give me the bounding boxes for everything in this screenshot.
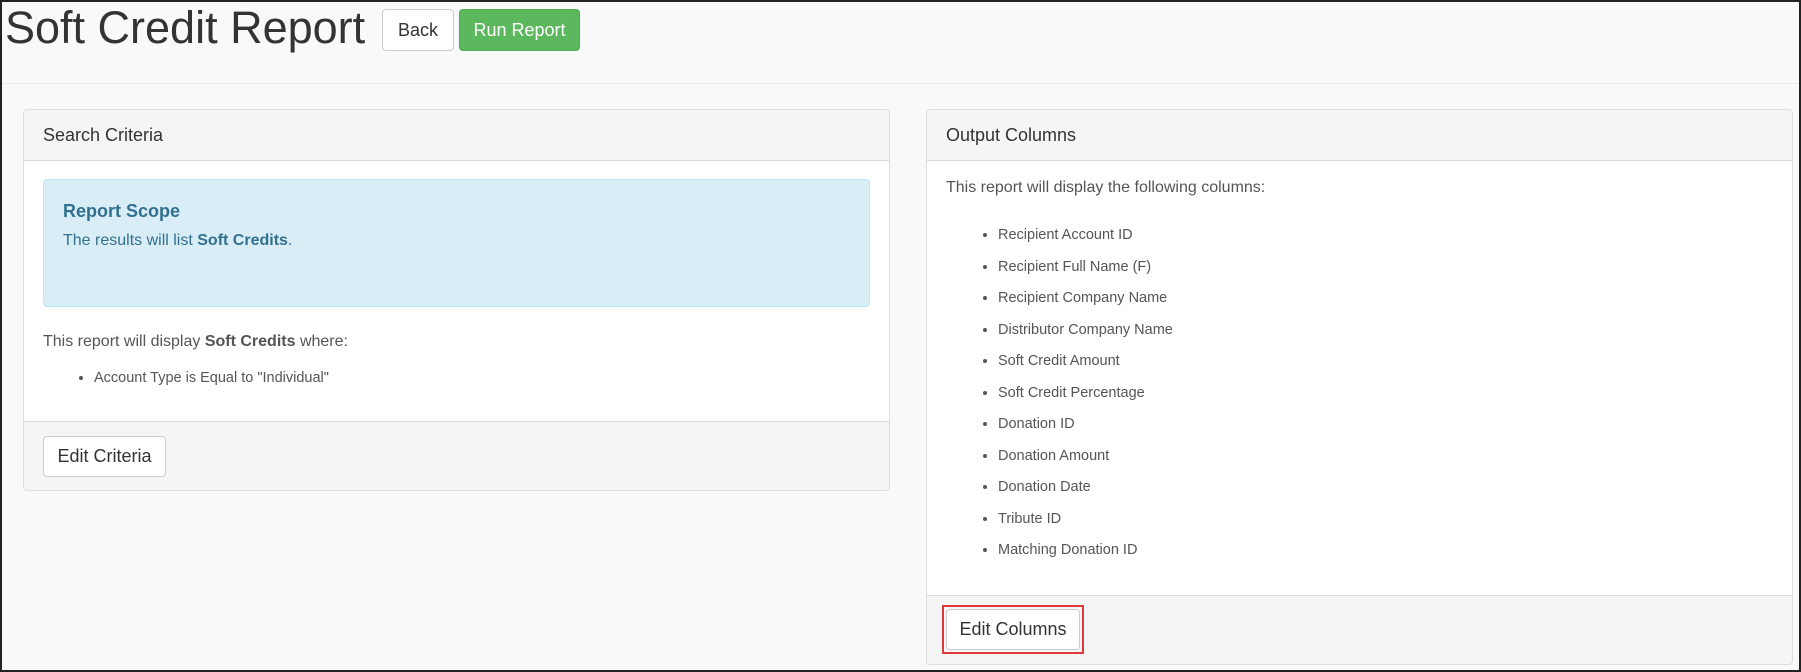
edit-columns-button[interactable]: Edit Columns (946, 609, 1080, 650)
criteria-intro-suffix: where: (295, 333, 348, 350)
column-item: Donation ID (998, 414, 1173, 446)
column-item: Recipient Account ID (998, 225, 1173, 257)
column-item: Donation Amount (998, 446, 1173, 478)
columns-intro: This report will display the following c… (946, 179, 1266, 196)
output-columns-panel: Output Columns This report will display … (926, 109, 1793, 665)
report-scope-alert: Report Scope The results will list Soft … (43, 179, 870, 307)
page-title: Soft Credit Report (5, 2, 366, 53)
report-page: Soft Credit Report Back Run Report Searc… (0, 0, 1801, 672)
criteria-intro-bold: Soft Credits (204, 333, 296, 350)
column-item: Recipient Company Name (998, 288, 1173, 320)
output-columns-list: Recipient Account ID Recipient Full Name… (978, 225, 1173, 572)
criteria-intro-prefix: This report will display (43, 333, 205, 350)
report-scope-title: Report Scope (63, 201, 181, 221)
report-scope-text: The results will list Soft Credits. (63, 231, 850, 251)
search-criteria-heading: Search Criteria (24, 110, 889, 161)
scope-text-bold: Soft Credits (197, 232, 288, 249)
column-item: Soft Credit Amount (998, 351, 1173, 383)
search-criteria-footer: Edit Criteria (24, 421, 889, 490)
column-item: Matching Donation ID (998, 540, 1173, 572)
column-item: Soft Credit Percentage (998, 383, 1173, 415)
column-item: Distributor Company Name (998, 320, 1173, 352)
search-criteria-panel: Search Criteria Report Scope The results… (23, 109, 890, 491)
column-item: Donation Date (998, 477, 1173, 509)
output-columns-heading: Output Columns (927, 110, 1792, 161)
scope-text-prefix: The results will list (63, 232, 198, 249)
edit-criteria-button[interactable]: Edit Criteria (43, 436, 166, 477)
criteria-intro: This report will display Soft Credits wh… (43, 332, 348, 352)
scope-text-suffix: . (287, 232, 293, 249)
criteria-list: Account Type is Equal to "Individual" (74, 368, 329, 388)
run-report-button[interactable]: Run Report (459, 9, 580, 51)
back-button[interactable]: Back (382, 9, 454, 51)
column-item: Tribute ID (998, 509, 1173, 541)
output-columns-footer: Edit Columns (927, 595, 1792, 664)
column-item: Recipient Full Name (F) (998, 257, 1173, 289)
page-header: Soft Credit Report Back Run Report (2, 2, 1799, 84)
criteria-item: Account Type is Equal to "Individual" (94, 368, 329, 388)
